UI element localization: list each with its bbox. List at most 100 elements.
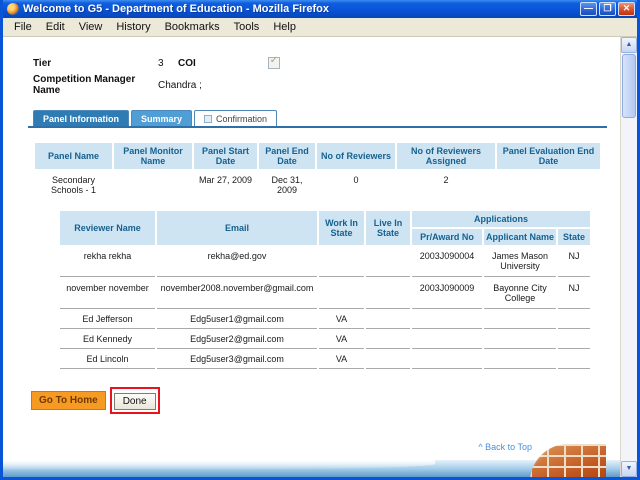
reviewer-table: Reviewer Name Email Work In State Live I… <box>58 209 592 371</box>
work-state-cell: VA <box>319 351 364 369</box>
decorative-banner <box>3 444 620 477</box>
menu-view[interactable]: View <box>72 19 110 35</box>
live-state-cell <box>366 351 410 369</box>
go-to-home-button[interactable]: Go To Home <box>31 391 106 410</box>
applicant-name-cell <box>484 311 556 329</box>
tier-value: 3 <box>158 57 164 69</box>
menu-history[interactable]: History <box>109 19 157 35</box>
applicant-name-cell <box>484 351 556 369</box>
col-work-in-state: Work In State <box>319 211 364 245</box>
done-button[interactable]: Done <box>113 393 156 410</box>
col-state: State <box>558 229 590 245</box>
award-no-cell: 2003J090004 <box>412 247 482 277</box>
award-no-cell <box>412 351 482 369</box>
menu-file[interactable]: File <box>7 19 39 35</box>
state-cell: NJ <box>558 279 590 309</box>
close-button[interactable]: ✕ <box>618 2 635 16</box>
work-state-cell <box>319 247 364 277</box>
competition-manager-row: Competition Manager Name Chandra ; <box>33 74 620 96</box>
reviewers-count-cell: 0 <box>317 171 395 199</box>
coi-label: COI <box>178 57 196 69</box>
reviewer-row: Ed Lincoln Edg5user3@gmail.com VA <box>60 351 590 369</box>
state-cell <box>558 351 590 369</box>
menu-bookmarks[interactable]: Bookmarks <box>158 19 227 35</box>
coi-checkbox[interactable] <box>267 55 280 69</box>
live-state-cell <box>366 247 410 277</box>
award-no-cell <box>412 331 482 349</box>
reviewer-name-cell: Ed Jefferson <box>60 311 155 329</box>
col-panel-monitor-name: Panel Monitor Name <box>114 143 192 169</box>
firefox-icon <box>7 3 19 15</box>
tab-confirmation-label: Confirmation <box>216 114 268 124</box>
state-cell <box>558 311 590 329</box>
panel-start-cell: Mar 27, 2009 <box>194 171 257 199</box>
brick-corner-image <box>530 444 606 477</box>
competition-manager-value: Chandra ; <box>158 79 202 91</box>
panel-summary-table: Panel Name Panel Monitor Name Panel Star… <box>33 141 602 201</box>
scrollbar-track[interactable] <box>621 119 637 461</box>
award-no-cell <box>412 311 482 329</box>
work-state-cell <box>319 279 364 309</box>
col-pr-award-no: Pr/Award No <box>412 229 482 245</box>
col-panel-start-date: Panel Start Date <box>194 143 257 169</box>
reviewer-email-cell: Edg5user1@gmail.com <box>157 311 317 329</box>
confirmation-tab-icon <box>204 115 213 123</box>
reviewer-name-cell: november november <box>60 279 155 309</box>
reviewer-name-cell: Ed Lincoln <box>60 351 155 369</box>
col-applicant-name: Applicant Name <box>484 229 556 245</box>
live-state-cell <box>366 311 410 329</box>
competition-manager-label: Competition Manager Name <box>33 74 136 96</box>
col-no-of-reviewers-assigned: No of Reviewers Assigned <box>397 143 495 169</box>
work-state-cell: VA <box>319 311 364 329</box>
col-panel-eval-end-date: Panel Evaluation End Date <box>497 143 600 169</box>
col-reviewer-name: Reviewer Name <box>60 211 155 245</box>
minimize-button[interactable]: — <box>580 2 597 16</box>
scroll-down-button[interactable]: ▼ <box>621 461 637 477</box>
panel-name-cell: Secondary Schools - 1 <box>35 171 112 199</box>
tab-panel-information[interactable]: Panel Information <box>33 110 130 126</box>
work-state-cell: VA <box>319 331 364 349</box>
tab-divider <box>28 126 607 128</box>
reviewer-row: november november november2008.november@… <box>60 279 590 309</box>
menu-tools[interactable]: Tools <box>227 19 267 35</box>
titlebar[interactable]: Welcome to G5 - Department of Education … <box>3 0 637 18</box>
applicant-name-cell: Bayonne City College <box>484 279 556 309</box>
col-email: Email <box>157 211 317 245</box>
window-title: Welcome to G5 - Department of Education … <box>23 3 329 15</box>
done-annotation-highlight: Done <box>109 387 160 414</box>
applicant-name-cell <box>484 331 556 349</box>
reviewer-email-cell: rekha@ed.gov <box>157 247 317 277</box>
reviewer-email-cell: Edg5user3@gmail.com <box>157 351 317 369</box>
applicant-name-cell: James Mason University <box>484 247 556 277</box>
menu-bar: File Edit View History Bookmarks Tools H… <box>3 18 637 37</box>
tab-strip: Panel Information Summary Confirmation <box>33 110 620 126</box>
vertical-scrollbar[interactable]: ▲ ▼ <box>620 37 637 477</box>
award-no-cell: 2003J090009 <box>412 279 482 309</box>
reviewer-row: Ed Jefferson Edg5user1@gmail.com VA <box>60 311 590 329</box>
reviewer-email-cell: Edg5user2@gmail.com <box>157 331 317 349</box>
live-state-cell <box>366 331 410 349</box>
reviewer-name-cell: Ed Kennedy <box>60 331 155 349</box>
maximize-button[interactable]: ❐ <box>599 2 616 16</box>
tier-label: Tier <box>33 57 52 69</box>
col-applications-group: Applications <box>412 211 590 227</box>
reviewer-row: rekha rekha rekha@ed.gov 2003J090004 Jam… <box>60 247 590 277</box>
panel-end-cell: Dec 31, 2009 <box>259 171 315 199</box>
back-to-top-link[interactable]: ^ Back to Top <box>3 442 532 452</box>
scroll-up-button[interactable]: ▲ <box>621 37 637 53</box>
browser-window: Welcome to G5 - Department of Education … <box>0 0 640 480</box>
tier-field-row: Tier 3 COI <box>33 55 620 69</box>
page-content: Tier 3 COI Competition Manager Name Chan… <box>3 37 620 477</box>
col-live-in-state: Live In State <box>366 211 410 245</box>
col-panel-end-date: Panel End Date <box>259 143 315 169</box>
menu-help[interactable]: Help <box>266 19 303 35</box>
tab-summary[interactable]: Summary <box>131 110 193 126</box>
panel-monitor-cell <box>114 171 192 199</box>
tab-confirmation[interactable]: Confirmation <box>194 110 278 126</box>
action-button-row: Go To Home Done <box>31 387 620 414</box>
eval-end-cell <box>497 171 600 199</box>
menu-edit[interactable]: Edit <box>39 19 72 35</box>
scrollbar-thumb[interactable] <box>622 54 636 118</box>
col-panel-name: Panel Name <box>35 143 112 169</box>
reviewer-name-cell: rekha rekha <box>60 247 155 277</box>
